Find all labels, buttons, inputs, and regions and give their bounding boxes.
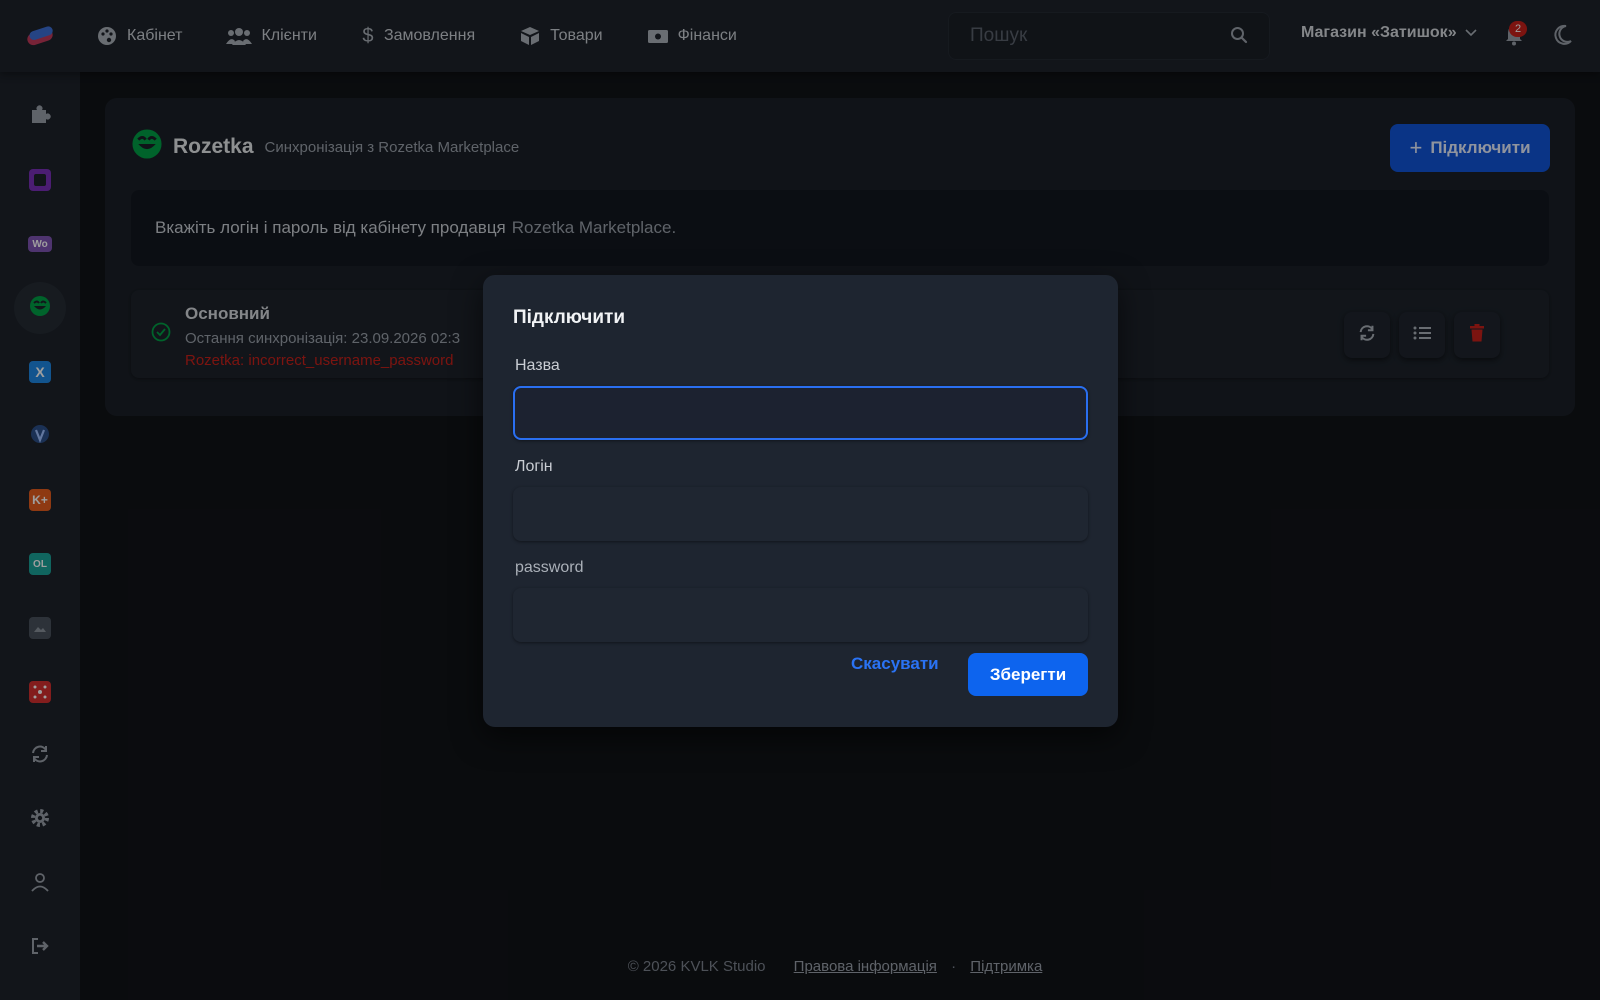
dialog-title: Підключити [513, 307, 626, 328]
name-input[interactable] [513, 386, 1088, 440]
cancel-button[interactable]: Скасувати [851, 654, 939, 674]
password-input[interactable] [513, 588, 1088, 642]
password-label: password [515, 559, 584, 576]
save-button[interactable]: Зберегти [968, 653, 1088, 696]
name-label: Назва [515, 357, 560, 374]
login-label: Логін [515, 458, 553, 475]
login-input[interactable] [513, 487, 1088, 541]
connect-dialog: Підключити Назва Логін password Скасуват… [483, 275, 1118, 727]
